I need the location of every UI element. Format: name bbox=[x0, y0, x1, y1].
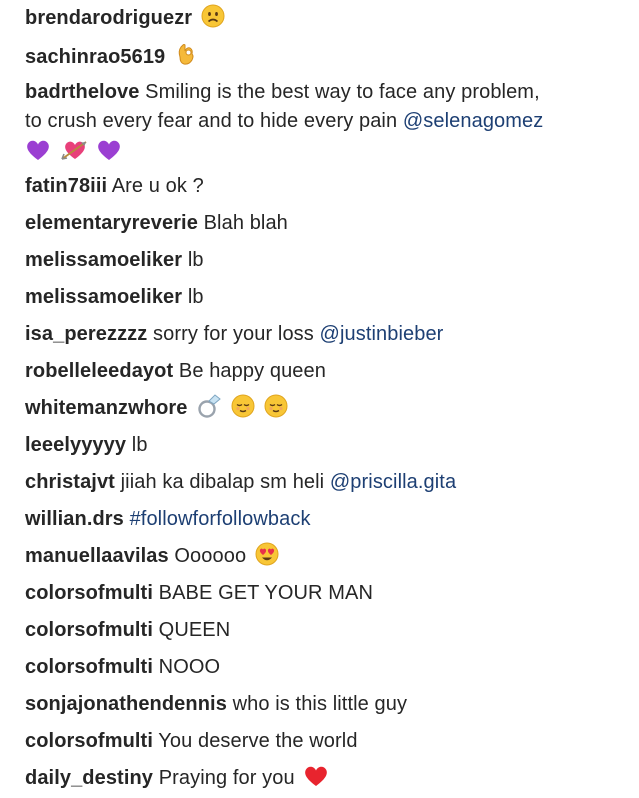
comment-text: Praying for you bbox=[158, 767, 295, 789]
comment-hashtag[interactable]: #followforfollowback bbox=[130, 508, 311, 530]
comment-username[interactable]: badrthelove bbox=[25, 81, 139, 103]
comment: colorsofmulti NOOO bbox=[25, 653, 625, 682]
comment-username[interactable]: brendarodriguezr bbox=[25, 7, 192, 29]
comment-text: who is this little guy bbox=[232, 693, 408, 715]
comment: robelleleedayot Be happy queen bbox=[25, 357, 625, 386]
comment: isa_perezzzz sorry for your loss @justin… bbox=[25, 320, 625, 349]
relieved-face-icon bbox=[264, 394, 288, 418]
comment-mention[interactable]: @justinbieber bbox=[320, 323, 444, 345]
comment-text: BABE GET YOUR MAN bbox=[158, 582, 374, 604]
comment-text: Are u ok ? bbox=[111, 175, 204, 197]
comment-username[interactable]: colorsofmulti bbox=[25, 656, 153, 678]
comment: daily_destiny Praying for you bbox=[25, 764, 625, 793]
comment-username[interactable]: sonjajonathendennis bbox=[25, 693, 227, 715]
comment-username[interactable]: robelleleedayot bbox=[25, 360, 173, 382]
comment-username[interactable]: isa_perezzzz bbox=[25, 323, 147, 345]
comment-username[interactable]: manuellaavilas bbox=[25, 545, 169, 567]
comment: melissamoeliker lb bbox=[25, 283, 625, 312]
comment-text: Be happy queen bbox=[178, 360, 326, 382]
comment: elementaryreverie Blah blah bbox=[25, 209, 625, 238]
red-heart-icon bbox=[303, 764, 329, 788]
comment-username[interactable]: fatin78iii bbox=[25, 175, 107, 197]
comment: sachinrao5619 bbox=[25, 41, 625, 72]
heart-with-arrow-icon bbox=[60, 138, 88, 162]
comment-mention[interactable]: @selenagomez bbox=[403, 110, 543, 132]
comment-username[interactable]: whitemanzwhore bbox=[25, 397, 188, 419]
comment: manuellaavilas Oooooo bbox=[25, 542, 625, 571]
comment: colorsofmulti BABE GET YOUR MAN bbox=[25, 579, 625, 608]
ring-icon bbox=[196, 394, 222, 418]
comments-list: brendarodriguezr sachinrao5619 badrthelo… bbox=[0, 0, 639, 798]
comment: christajvt jiiah ka dibalap sm heli @pri… bbox=[25, 468, 625, 497]
comment-username[interactable]: christajvt bbox=[25, 471, 115, 493]
comment: brendarodriguezr bbox=[25, 4, 625, 33]
comment-text: to crush every fear and to hide every pa… bbox=[25, 110, 398, 132]
comment-username[interactable]: melissamoeliker bbox=[25, 249, 182, 271]
comment-text: Smiling is the best way to face any prob… bbox=[145, 81, 540, 103]
comment: whitemanzwhore bbox=[25, 394, 625, 423]
comment-text: QUEEN bbox=[158, 619, 231, 641]
comment-text: Blah blah bbox=[203, 212, 288, 234]
comment: melissamoeliker lb bbox=[25, 246, 625, 275]
comment-username[interactable]: colorsofmulti bbox=[25, 582, 153, 604]
comment: colorsofmulti QUEEN bbox=[25, 616, 625, 645]
comment-text: lb bbox=[131, 434, 148, 456]
comment: leeelyyyyy lb bbox=[25, 431, 625, 460]
relieved-face-icon bbox=[231, 394, 255, 418]
comment-text: jiiah ka dibalap sm heli bbox=[120, 471, 325, 493]
comment-username[interactable]: elementaryreverie bbox=[25, 212, 198, 234]
frowning-face-icon bbox=[201, 4, 225, 28]
ok-hand-icon bbox=[174, 41, 198, 67]
comment-text: sorry for your loss bbox=[153, 323, 314, 345]
comment-username[interactable]: colorsofmulti bbox=[25, 619, 153, 641]
comment: willian.drs #followforfollowback bbox=[25, 505, 625, 534]
comment-username[interactable]: daily_destiny bbox=[25, 767, 153, 789]
comment: sonjajonathendennis who is this little g… bbox=[25, 690, 625, 719]
comment-username[interactable]: leeelyyyyy bbox=[25, 434, 126, 456]
heart-eyes-face-icon bbox=[255, 542, 279, 566]
comment: badrthelove Smiling is the best way to f… bbox=[25, 78, 625, 167]
comment: fatin78iii Are u ok ? bbox=[25, 172, 625, 201]
comment-mention[interactable]: @priscilla.gita bbox=[330, 471, 456, 493]
comment-text: NOOO bbox=[158, 656, 221, 678]
purple-heart-icon bbox=[96, 138, 122, 162]
comment-username[interactable]: melissamoeliker bbox=[25, 286, 182, 308]
comment-text: Oooooo bbox=[174, 545, 247, 567]
comment-text: lb bbox=[187, 249, 204, 271]
comment-text: You deserve the world bbox=[158, 730, 358, 752]
comment: colorsofmulti You deserve the world bbox=[25, 727, 625, 756]
comment-text: lb bbox=[187, 286, 204, 308]
purple-heart-icon bbox=[25, 138, 51, 162]
comment-username[interactable]: sachinrao5619 bbox=[25, 46, 165, 68]
comment-username[interactable]: willian.drs bbox=[25, 508, 124, 530]
comment-username[interactable]: colorsofmulti bbox=[25, 730, 153, 752]
